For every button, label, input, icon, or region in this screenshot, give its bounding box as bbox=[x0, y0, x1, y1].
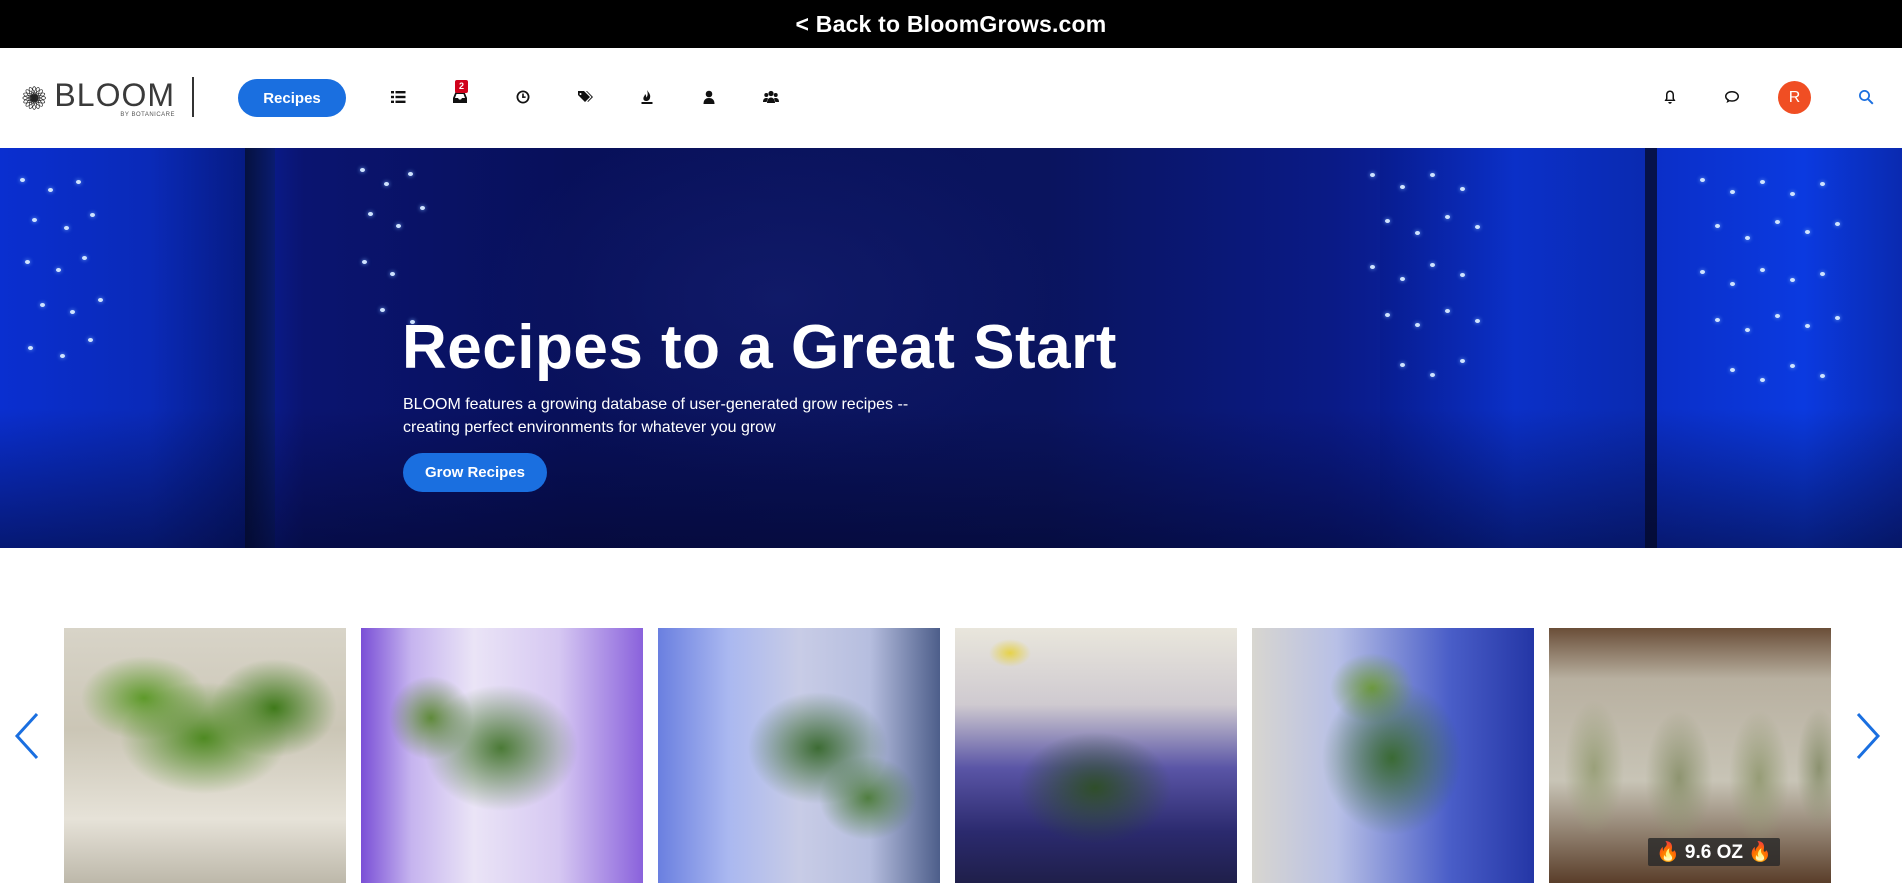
carousel-next-button[interactable] bbox=[1853, 710, 1883, 762]
clock-icon[interactable] bbox=[512, 86, 534, 108]
recipe-card-image bbox=[64, 628, 346, 883]
recipe-card[interactable] bbox=[361, 628, 643, 883]
recipe-card[interactable] bbox=[658, 628, 940, 883]
hero-banner: Recipes to a Great Start BLOOM features … bbox=[0, 148, 1902, 548]
recipes-button[interactable]: Recipes bbox=[238, 79, 346, 117]
main-nav: BLOOM BY BOTANICARE Recipes 2 R bbox=[0, 48, 1902, 148]
bloom-flower-icon bbox=[22, 86, 46, 110]
recipe-card[interactable] bbox=[955, 628, 1237, 883]
chat-icon[interactable] bbox=[1721, 86, 1743, 108]
chevron-right-icon bbox=[1856, 712, 1881, 760]
user-avatar[interactable]: R bbox=[1778, 81, 1811, 114]
carousel-prev-button[interactable] bbox=[12, 710, 42, 762]
chevron-left-icon bbox=[14, 712, 39, 760]
recipe-card[interactable]: 🔥 9.6 OZ 🔥 bbox=[1549, 628, 1831, 883]
recipe-card[interactable] bbox=[64, 628, 346, 883]
recipe-card-image bbox=[658, 628, 940, 883]
inbox-badge: 2 bbox=[455, 80, 468, 93]
list-icon[interactable] bbox=[387, 86, 409, 108]
search-icon[interactable] bbox=[1855, 86, 1877, 108]
recipe-card-image bbox=[955, 628, 1237, 883]
user-icon[interactable] bbox=[698, 86, 720, 108]
fire-icon[interactable] bbox=[636, 86, 658, 108]
recipe-card[interactable] bbox=[1252, 628, 1534, 883]
recipe-card-yield-label: 🔥 9.6 OZ 🔥 bbox=[1648, 838, 1780, 866]
tags-icon[interactable] bbox=[574, 86, 596, 108]
top-bar: < Back to BloomGrows.com bbox=[0, 0, 1902, 48]
hero-description: BLOOM features a growing database of use… bbox=[403, 396, 909, 436]
recipe-card-image bbox=[361, 628, 643, 883]
bell-icon[interactable] bbox=[1659, 86, 1681, 108]
hero-title: Recipes to a Great Start bbox=[402, 313, 1117, 382]
users-icon[interactable] bbox=[760, 86, 782, 108]
back-to-bloomgrows-link[interactable]: < Back to BloomGrows.com bbox=[796, 11, 1107, 38]
bloom-logo[interactable]: BLOOM BY BOTANICARE bbox=[20, 72, 175, 124]
grow-recipes-button[interactable]: Grow Recipes bbox=[403, 453, 547, 492]
logo-subtitle: BY BOTANICARE bbox=[120, 111, 175, 118]
logo-wordmark: BLOOM bbox=[54, 76, 175, 113]
recipe-card-image bbox=[1252, 628, 1534, 883]
recipe-carousel: 🔥 9.6 OZ 🔥 bbox=[0, 548, 1902, 883]
inbox-icon[interactable]: 2 bbox=[449, 80, 471, 108]
nav-divider bbox=[192, 77, 194, 117]
